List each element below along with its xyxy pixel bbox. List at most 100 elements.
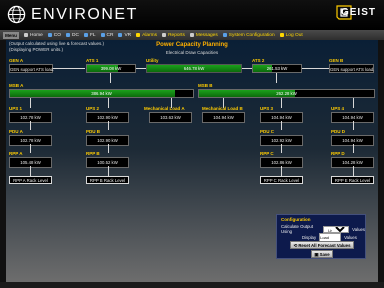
header-bar: ENVIRONET GEIST [0, 0, 384, 30]
nav-item-alarms[interactable]: Alarms [136, 33, 157, 38]
config-icon [222, 33, 227, 37]
calc-output-select[interactable]: Live [323, 225, 350, 233]
connector [108, 166, 109, 176]
ups-4-label: UPS 4 [331, 106, 345, 111]
mech-load-a-box[interactable]: 103.63 kW [149, 112, 192, 123]
connector [276, 73, 277, 83]
nav-item-co[interactable]: CO [47, 33, 61, 38]
utility-label: Utility [146, 58, 159, 63]
rpp-c-rack-level-button[interactable]: RPP C Rack Level [260, 176, 303, 184]
connector [108, 144, 109, 153]
connector [30, 98, 31, 108]
connector [353, 121, 354, 130]
configuration-title: Configuration [281, 217, 311, 222]
ats-2-value: 261.53 kW [266, 66, 288, 71]
ups-3-label: UPS 3 [260, 106, 274, 111]
rpp-d-label: RPP D [331, 151, 345, 156]
utility-value: 646.78 kW [183, 66, 205, 71]
mech-load-b-box[interactable]: 104.94 kW [202, 112, 245, 123]
display-suffix: Values [344, 235, 357, 240]
pdu-a-label: PDU A [9, 129, 23, 134]
connector [353, 144, 354, 153]
nav-item-vr[interactable]: VR [118, 33, 131, 38]
connector [136, 68, 146, 69]
nav-item-log-out[interactable]: Log Out [279, 33, 303, 38]
connector [281, 121, 282, 130]
status-bar [0, 282, 384, 288]
connector [302, 68, 329, 69]
nav-item-fl[interactable]: FL [83, 33, 96, 38]
connector [53, 68, 85, 69]
connector [30, 144, 31, 153]
connector [242, 68, 252, 69]
nav-item-home[interactable]: Home [24, 33, 43, 38]
vendor-logo-text: GEIST [340, 7, 376, 18]
connector [30, 121, 31, 130]
vr-icon [118, 33, 123, 37]
fl-icon [83, 33, 88, 37]
rpp-a-rack-level-button[interactable]: RPP A Rack Level [9, 176, 52, 184]
nav-bar: Menu Home CO DC FL CR VR Alarms Reports … [0, 30, 384, 40]
nav-item-reports[interactable]: Reports [162, 33, 185, 38]
msb-b-box[interactable]: 262.28 kW [198, 89, 375, 98]
rpp-e-rack-level-button[interactable]: RPP E Rack Level [331, 176, 374, 184]
display-label: Display [302, 235, 317, 240]
ats-2-label: ATS 2 [252, 58, 265, 63]
alarm-icon [136, 33, 141, 37]
message-icon [189, 33, 194, 37]
ups-2-label: UPS 2 [86, 106, 100, 111]
nav-item-dc[interactable]: DC [66, 33, 79, 38]
nav-item-cr[interactable]: CR [100, 33, 113, 38]
ats-1-label: ATS 1 [86, 58, 99, 63]
app-logo-text: ENVIRONET [31, 6, 138, 23]
rpp-a-label: RPP A [9, 151, 23, 156]
connector [110, 73, 111, 83]
report-icon [162, 33, 167, 37]
connector [30, 166, 31, 176]
gen-a-box[interactable]: GEN support ATS load. [9, 64, 54, 73]
page-subtitle: Electrical Draw Capacities [165, 50, 219, 55]
pdu-c-label: PDU C [260, 129, 275, 134]
nav-item-system-configuration[interactable]: System Configuration [222, 33, 275, 38]
globe-icon [7, 5, 26, 24]
calc-output-suffix: Values [352, 226, 365, 232]
msb-a-label: MSB A [9, 83, 24, 88]
ats-1-box[interactable]: 399.08 kW [86, 64, 136, 73]
connector [281, 166, 282, 176]
ats-1-value: 399.08 kW [100, 66, 122, 71]
rpp-b-label: RPP B [86, 151, 100, 156]
logout-icon [279, 33, 284, 37]
pdu-b-label: PDU B [86, 129, 101, 134]
gen-a-label: GEN A [9, 58, 24, 63]
mech-load-b-label: Mechanical Load B [202, 106, 243, 111]
app-window: ENVIRONET GEIST Menu Home CO DC FL CR VR… [0, 0, 384, 288]
rpp-c-label: RPP C [260, 151, 274, 156]
msb-b-value: 262.28 kW [276, 91, 297, 96]
pdu-d-label: PDU D [331, 129, 346, 134]
content-panel: (Output calculated using live & forecast… [6, 40, 378, 282]
msb-b-label: MSB B [198, 83, 213, 88]
msb-a-box[interactable]: 386.94 kW [9, 89, 194, 98]
save-button[interactable]: ▣ Save [311, 250, 333, 258]
cr-icon [100, 33, 105, 37]
reset-forecast-button[interactable]: ⟲ Reset All Forecast Values [290, 241, 354, 249]
ats-2-box[interactable]: 261.53 kW [252, 64, 302, 73]
connector [353, 98, 354, 108]
connector [353, 166, 354, 176]
connector [108, 121, 109, 130]
ups-1-label: UPS 1 [9, 106, 23, 111]
rpp-b-rack-level-button[interactable]: RPP B Rack Level [86, 176, 129, 184]
nav-item-messages[interactable]: Messages [189, 33, 218, 38]
page-title: Power Capacity Planning [156, 42, 228, 48]
gen-b-label: GEN B [329, 58, 344, 63]
gen-b-box[interactable]: GEN support ATS load. [329, 64, 374, 73]
menu-button[interactable]: Menu [3, 31, 19, 39]
configuration-panel: Configuration Calculate Output Using Liv… [276, 214, 366, 259]
connector [281, 144, 282, 153]
connector [108, 98, 109, 108]
home-icon [24, 33, 28, 37]
mech-load-a-label: Mechanical Load A [144, 106, 185, 111]
msb-a-value: 386.94 kW [91, 91, 112, 96]
co-icon [47, 33, 52, 37]
dc-icon [66, 33, 70, 37]
